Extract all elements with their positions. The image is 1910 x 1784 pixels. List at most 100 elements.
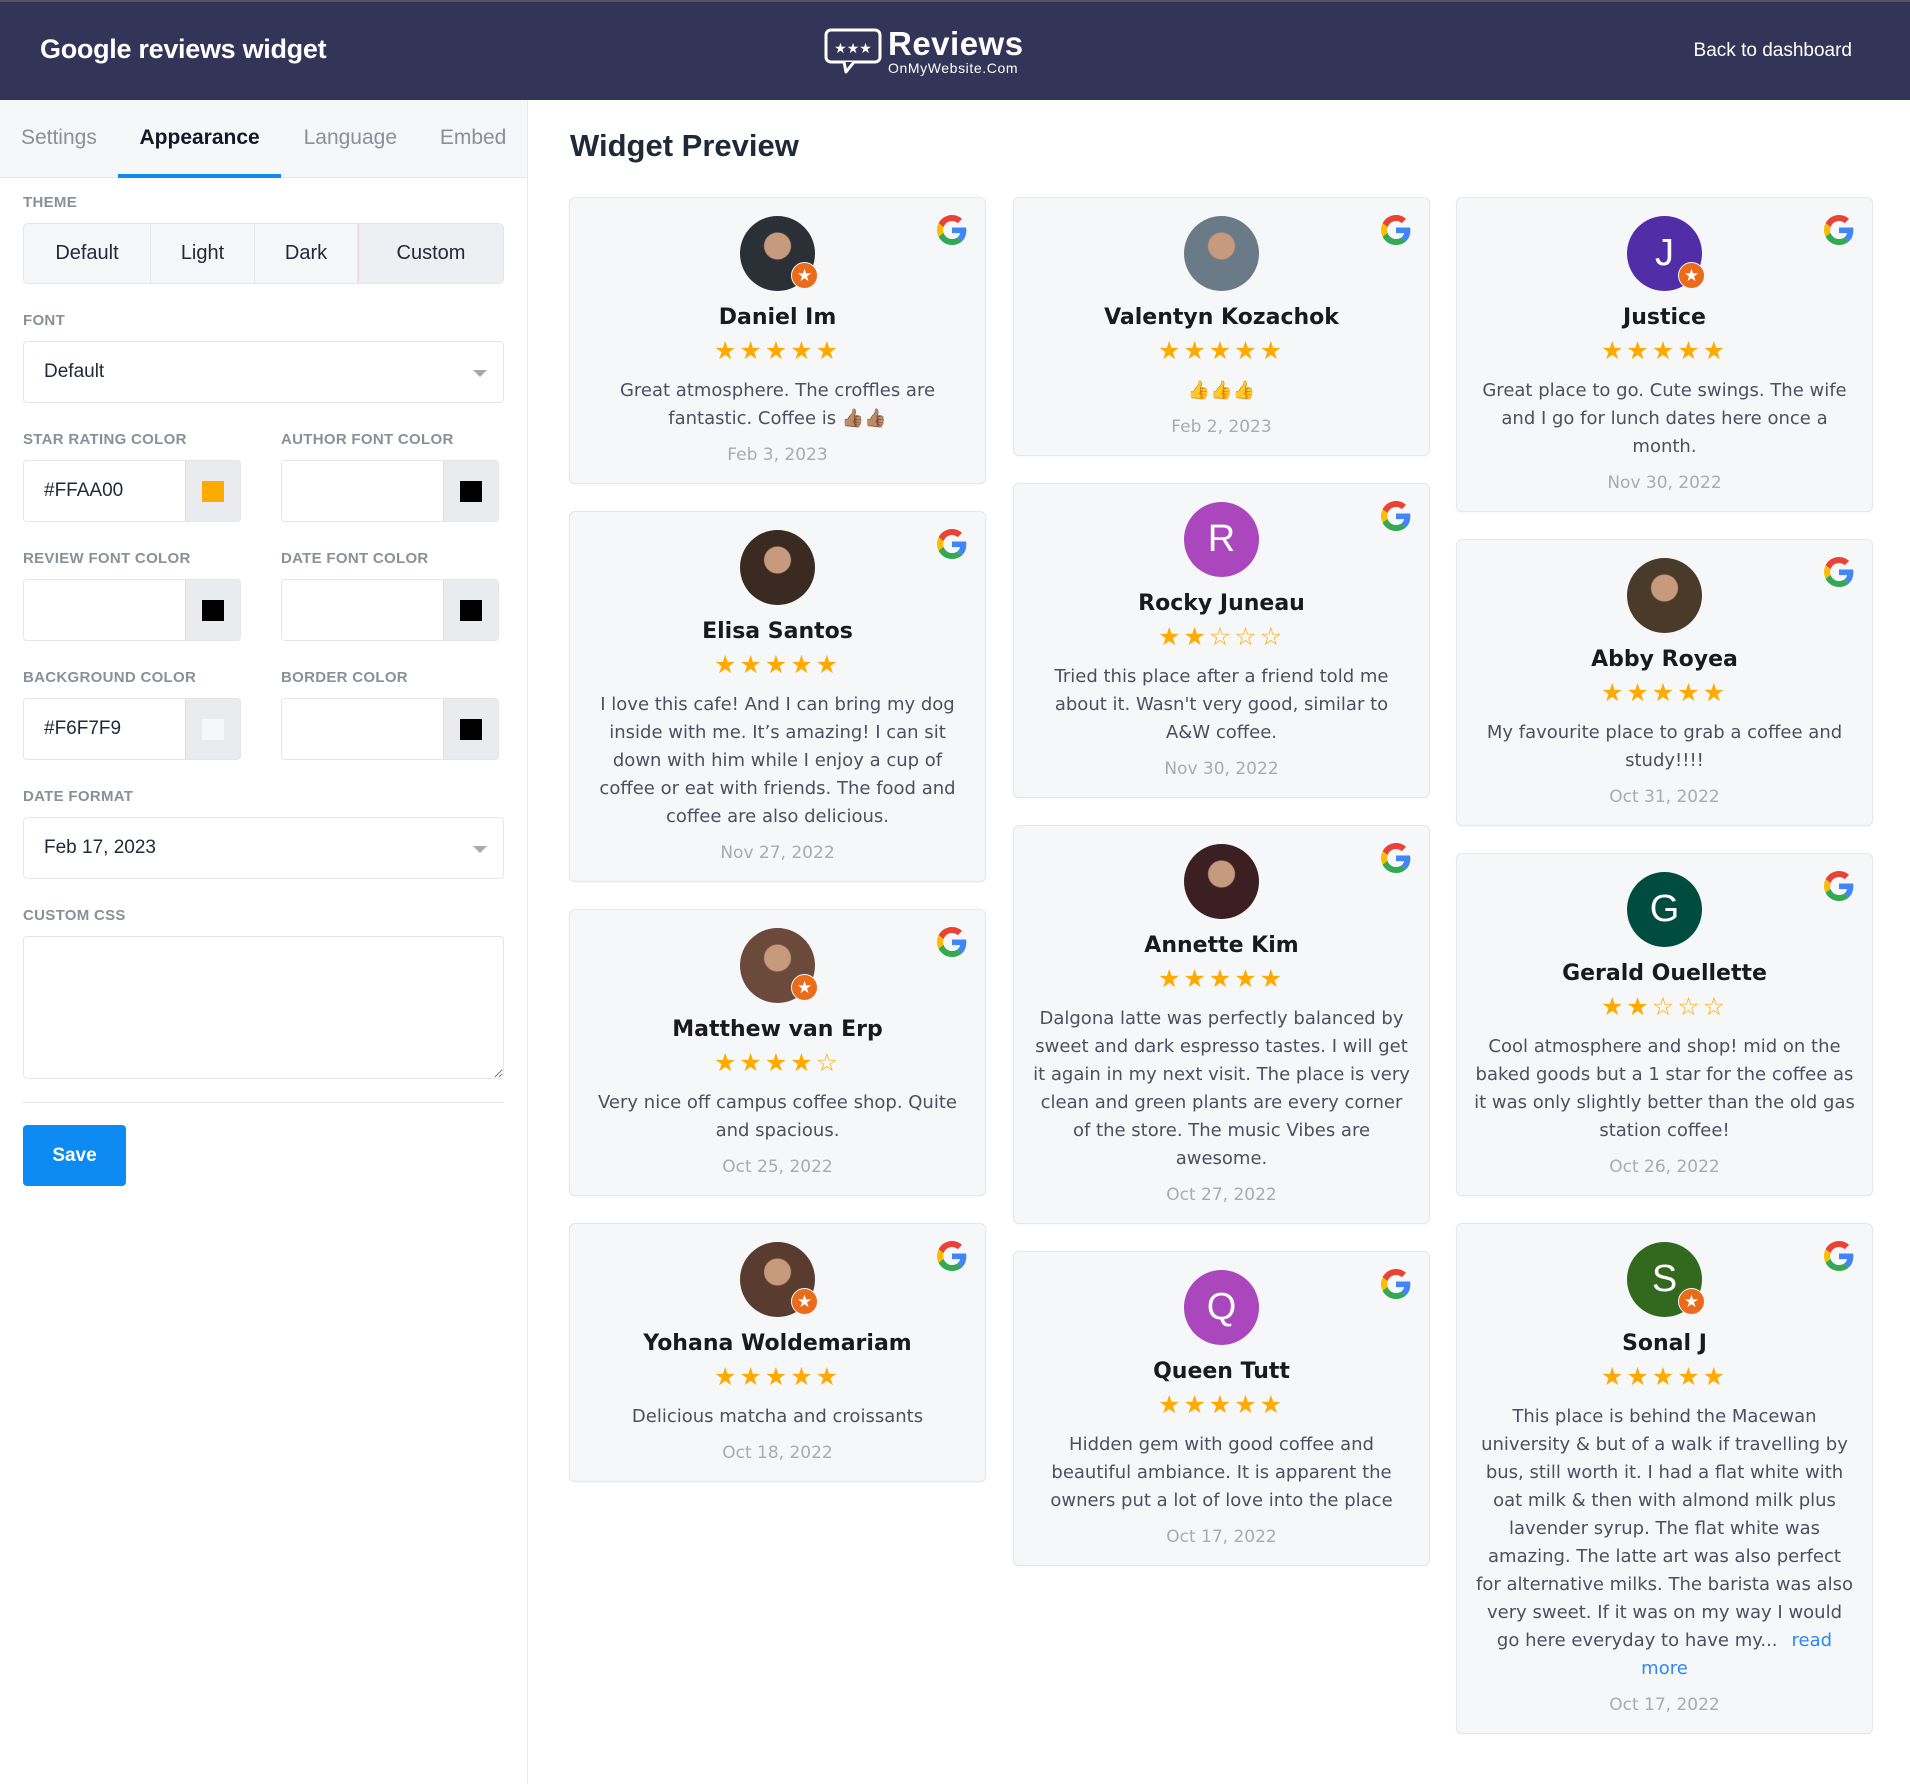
review-font-color-input[interactable] (24, 580, 185, 640)
review-card: ★ Yohana Woldemariam ★★★★★ Delicious mat… (569, 1223, 986, 1482)
local-guide-badge-icon: ★ (791, 974, 818, 1001)
custom-css-label: CUSTOM CSS (23, 907, 126, 924)
star-filled-icon: ★ (739, 1048, 765, 1077)
star-rating: ★★★★★ (584, 338, 971, 363)
star-filled-icon: ★ (1183, 1390, 1209, 1419)
review-author: Valentyn Kozachok (1104, 305, 1339, 330)
review-date: Feb 3, 2023 (727, 445, 828, 465)
color-swatch (460, 480, 482, 502)
avatar-initial: R (1207, 518, 1236, 560)
top-navbar: Google reviews widget ★★★ Reviews OnMyWe… (0, 0, 1910, 100)
theme-light-button[interactable]: Light (151, 224, 255, 283)
star-rating-color-input[interactable] (24, 461, 185, 521)
tab-language[interactable]: Language (281, 99, 419, 177)
chevron-down-icon (473, 370, 487, 377)
settings-panel: Settings Appearance Language Embed THEME… (0, 100, 528, 1784)
author-font-color-input[interactable] (282, 461, 443, 521)
review-card: Elisa Santos ★★★★★ I love this cafe! And… (569, 511, 986, 882)
review-body: 👍👍👍 (1187, 380, 1256, 401)
avatar-initial: J (1655, 232, 1674, 274)
review-column-1: ★ Daniel Im ★★★★★ Great atmosphere. The … (569, 197, 986, 1509)
review-body: Cool atmosphere and shop! mid on the bak… (1474, 1036, 1855, 1141)
review-body: I love this cafe! And I can bring my dog… (599, 694, 956, 827)
review-date: Oct 17, 2022 (1609, 1695, 1720, 1715)
review-column-3: J ★ Justice ★★★★★ Great place to go. Cut… (1456, 197, 1873, 1761)
review-text: Very nice off campus coffee shop. Quite … (584, 1089, 971, 1145)
star-rating: ★★★★☆ (584, 1050, 971, 1075)
star-filled-icon: ★ (1234, 336, 1260, 365)
review-text: Great place to go. Cute swings. The wife… (1471, 377, 1858, 461)
review-card: ★ Daniel Im ★★★★★ Great atmosphere. The … (569, 197, 986, 484)
star-rating: ★★★★★ (584, 1364, 971, 1389)
star-filled-icon: ★ (815, 1362, 842, 1391)
review-body: Great place to go. Cute swings. The wife… (1482, 380, 1847, 457)
review-author: Matthew van Erp (672, 1017, 883, 1042)
theme-default-button[interactable]: Default (24, 224, 151, 283)
border-color-picker[interactable] (443, 699, 498, 759)
background-color-picker[interactable] (185, 699, 240, 759)
tab-embed[interactable]: Embed (419, 99, 527, 177)
border-color-label: BORDER COLOR (281, 669, 408, 686)
review-text: My favourite place to grab a coffee and … (1471, 719, 1858, 775)
star-rating-color-field (23, 460, 241, 522)
save-button[interactable]: Save (23, 1125, 126, 1186)
date-format-select[interactable]: Feb 17, 2023 (23, 817, 504, 879)
star-filled-icon: ★ (1651, 678, 1678, 707)
star-filled-icon: ★ (713, 650, 740, 679)
star-filled-icon: ★ (1234, 1390, 1260, 1419)
star-filled-icon: ★ (764, 1362, 791, 1391)
google-g-icon (1824, 215, 1854, 245)
google-g-icon (1824, 557, 1854, 587)
star-filled-icon: ★ (1157, 1390, 1184, 1419)
review-body: Hidden gem with good coffee and beautifu… (1050, 1434, 1393, 1511)
back-to-dashboard-link[interactable]: Back to dashboard (1694, 40, 1852, 62)
star-filled-icon: ★ (1677, 1362, 1703, 1391)
tab-settings[interactable]: Settings (0, 99, 118, 177)
review-date: Oct 27, 2022 (1166, 1185, 1277, 1205)
star-filled-icon: ★ (1208, 336, 1235, 365)
star-filled-icon: ★ (815, 336, 842, 365)
star-rating-color-picker[interactable] (185, 461, 240, 521)
review-author: Yohana Woldemariam (643, 1331, 912, 1356)
google-g-icon (937, 529, 967, 559)
review-text: Great atmosphere. The croffles are fanta… (584, 377, 971, 433)
google-g-icon (1381, 215, 1411, 245)
logo-subtitle: OnMyWebsite.Com (888, 60, 1019, 76)
font-select[interactable]: Default (23, 341, 504, 403)
review-body: Very nice off campus coffee shop. Quite … (598, 1092, 957, 1141)
background-color-input[interactable] (24, 699, 185, 759)
date-font-color-input[interactable] (282, 580, 443, 640)
review-body: This place is behind the Macewan univers… (1476, 1406, 1853, 1651)
star-rating-color-label: STAR RATING COLOR (23, 431, 187, 448)
author-font-color-picker[interactable] (443, 461, 498, 521)
review-body: My favourite place to grab a coffee and … (1486, 722, 1843, 771)
app-title: Google reviews widget (40, 34, 327, 64)
border-color-input[interactable] (282, 699, 443, 759)
review-card: Q Queen Tutt ★★★★★ Hidden gem with good … (1013, 1251, 1430, 1566)
google-g-icon (1381, 501, 1411, 531)
review-text: Hidden gem with good coffee and beautifu… (1028, 1431, 1415, 1515)
review-font-color-picker[interactable] (185, 580, 240, 640)
review-date: Oct 26, 2022 (1609, 1157, 1720, 1177)
appearance-form: THEME Default Light Dark Custom FONT Def… (0, 194, 527, 1186)
background-color-field (23, 698, 241, 760)
star-filled-icon: ★ (1702, 336, 1729, 365)
date-font-color-picker[interactable] (443, 580, 498, 640)
star-filled-icon: ★ (1626, 678, 1652, 707)
star-empty-icon: ☆ (1208, 622, 1235, 651)
review-author: Annette Kim (1144, 933, 1299, 958)
star-rating: ★★★★★ (1028, 966, 1415, 991)
custom-css-textarea[interactable] (23, 936, 504, 1079)
local-guide-badge-icon: ★ (791, 262, 818, 289)
tab-appearance[interactable]: Appearance (117, 99, 282, 178)
review-date: Oct 17, 2022 (1166, 1527, 1277, 1547)
star-filled-icon: ★ (1600, 992, 1627, 1021)
color-swatch (460, 599, 482, 621)
theme-dark-button[interactable]: Dark (255, 224, 358, 283)
star-filled-icon: ★ (790, 1362, 816, 1391)
star-empty-icon: ☆ (1702, 992, 1729, 1021)
color-swatch (460, 718, 482, 740)
star-rating: ★★★★★ (1471, 1364, 1858, 1389)
theme-custom-button[interactable]: Custom (358, 224, 503, 283)
review-text: This place is behind the Macewan univers… (1471, 1403, 1858, 1683)
